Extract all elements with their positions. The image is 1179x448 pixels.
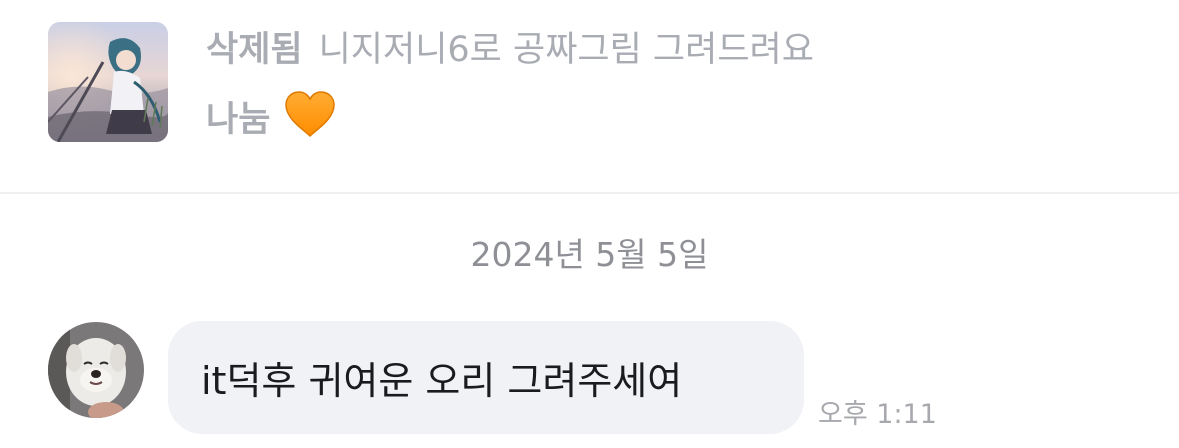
message-timestamp: 오후 1:11: [818, 399, 937, 430]
white-dog-photo: [48, 322, 144, 418]
post-preview-header[interactable]: 삭제됨 니지저니6로 공짜그림 그려드려요 나눔: [0, 0, 1179, 192]
message-text: it덕후 귀여운 오리 그려주세여: [201, 359, 683, 403]
chat-screen: 삭제됨 니지저니6로 공짜그림 그려드려요 나눔 2024년 5월 5일 it덕…: [0, 0, 1179, 448]
post-category-label: 나눔: [206, 99, 271, 140]
anime-illustration-image: [48, 22, 168, 142]
deleted-status-label: 삭제됨: [206, 29, 303, 70]
sender-avatar[interactable]: [48, 322, 144, 418]
post-thumbnail[interactable]: [48, 22, 168, 142]
message-bubble[interactable]: it덕후 귀여운 오리 그려주세여: [168, 321, 804, 434]
header-divider: [0, 192, 1179, 194]
post-subtitle-row: 나눔: [206, 90, 336, 142]
orange-heart-icon: [284, 90, 336, 142]
date-separator: 2024년 5월 5일: [470, 235, 709, 274]
post-title: 니지저니6로 공짜그림 그려드려요: [318, 29, 814, 70]
post-title-row: 삭제됨 니지저니6로 공짜그림 그려드려요: [206, 22, 814, 70]
